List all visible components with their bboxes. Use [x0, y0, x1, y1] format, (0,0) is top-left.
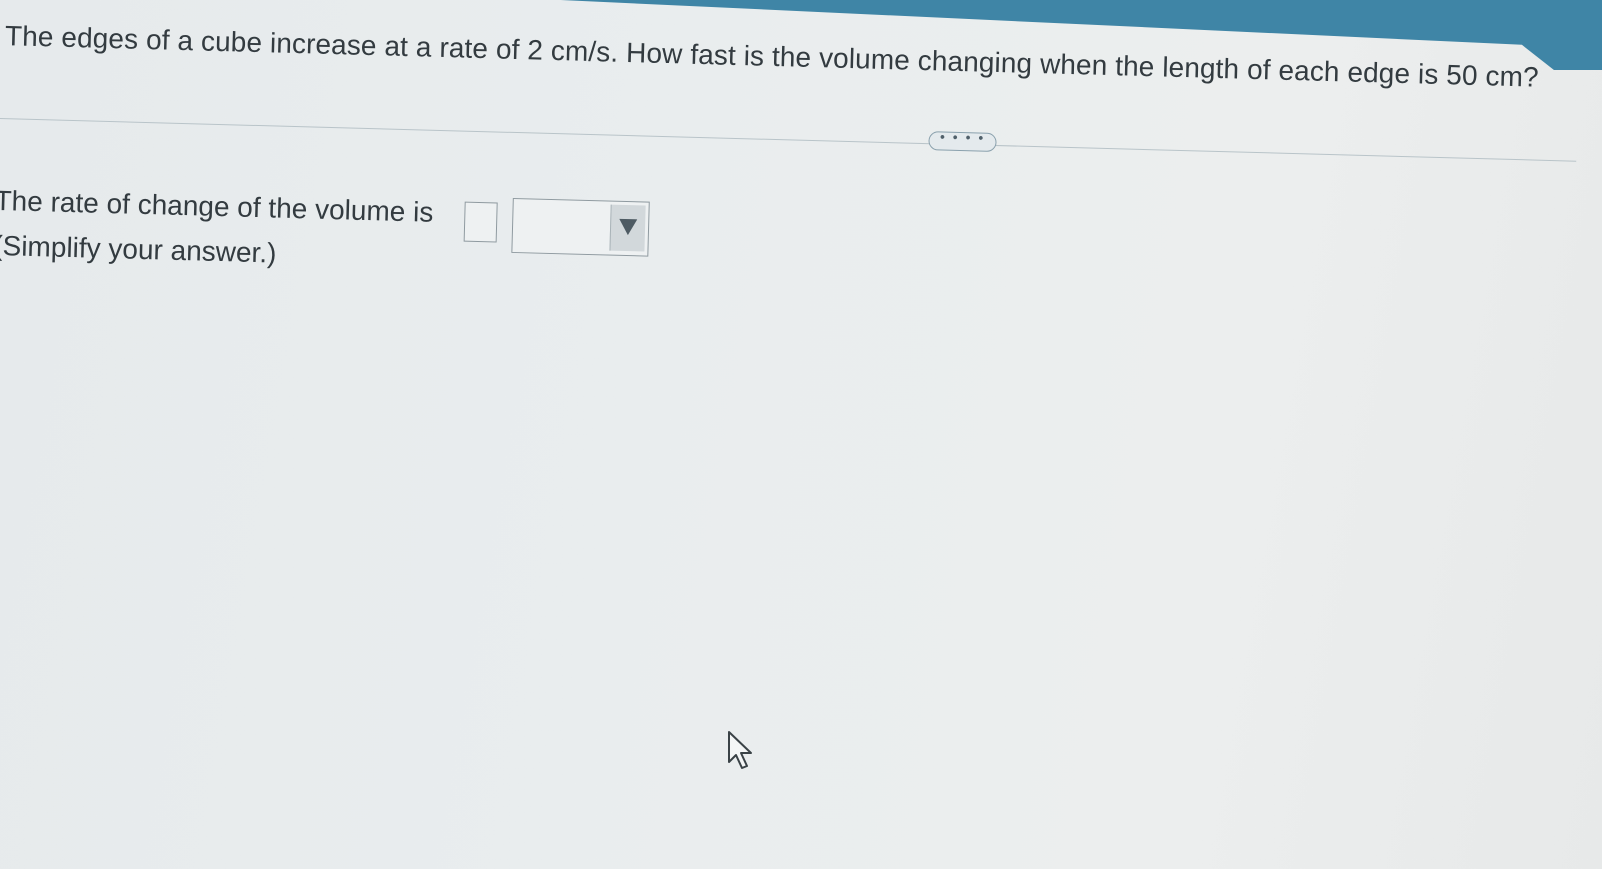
ellipsis-icon: • • • • — [939, 128, 986, 146]
hint-text: (Simplify your answer.) — [0, 229, 277, 269]
question-panel: The edges of a cube increase at a rate o… — [0, 0, 1601, 869]
answer-prompt: The rate of change of the volume is — [0, 184, 434, 228]
divider — [0, 117, 1577, 162]
triangle-down-icon — [619, 218, 638, 236]
answer-input[interactable] — [463, 201, 498, 243]
dropdown-arrow-button[interactable] — [609, 204, 646, 252]
mouse-pointer-icon — [728, 731, 752, 769]
more-options-button[interactable]: • • • • — [928, 128, 997, 153]
unit-dropdown[interactable] — [511, 197, 650, 257]
